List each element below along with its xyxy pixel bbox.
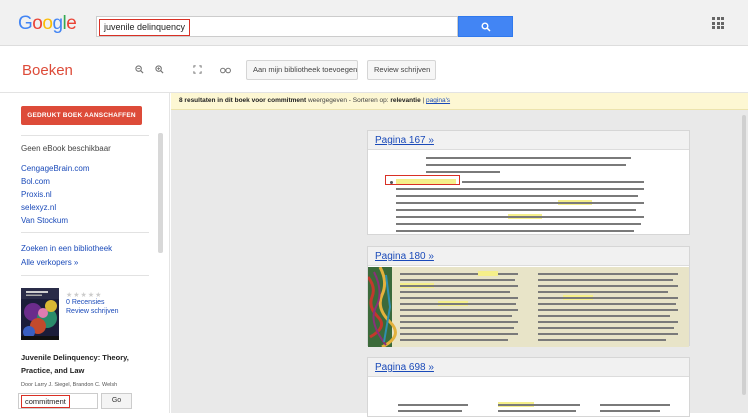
page-result-header: Pagina 180 » <box>368 247 689 266</box>
library-search-link[interactable]: Zoeken in een bibliotheek <box>21 244 112 253</box>
logo-letter: g <box>52 13 63 34</box>
section-title[interactable]: Boeken <box>22 62 73 79</box>
sidebar-divider <box>21 135 149 136</box>
zoom-out-icon[interactable] <box>130 60 148 80</box>
page-snippet-image[interactable] <box>368 378 689 418</box>
book-cover-image[interactable] <box>21 288 59 340</box>
write-review-button[interactable]: Review schrijven <box>367 60 436 80</box>
page-link[interactable]: Pagina 698 » <box>375 362 434 373</box>
results-count: 8 resultaten in dit boek voor <box>179 97 266 104</box>
store-link[interactable]: Proxis.nl <box>21 190 52 199</box>
store-link[interactable]: Van Stockum <box>21 216 68 225</box>
page-result-card: Pagina 167 » <box>367 130 690 235</box>
sidebar-divider <box>21 232 149 233</box>
logo-letter: o <box>42 13 53 34</box>
zoom-in-icon[interactable] <box>150 60 168 80</box>
top-bar: Google juvenile delinquency <box>0 0 748 46</box>
results-middle: weergegeven - Sorteren op: <box>307 97 389 104</box>
in-book-search-highlighted: commitment <box>21 395 70 408</box>
search-icon <box>481 22 491 32</box>
reviews-count-link[interactable]: 0 Recensies <box>66 299 105 306</box>
store-link[interactable]: selexyz.nl <box>21 203 56 212</box>
page-result-card: Pagina 180 » <box>367 246 690 347</box>
logo-letter: o <box>32 13 43 34</box>
sidebar-divider <box>21 275 149 276</box>
search-input[interactable]: juvenile delinquency <box>96 16 458 37</box>
all-sellers-link[interactable]: Alle verkopers » <box>21 258 78 267</box>
results-panel: 8 resultaten in dit boek voor commitment… <box>171 93 748 417</box>
logo-letter: G <box>18 13 33 34</box>
fullscreen-icon[interactable] <box>188 60 206 80</box>
google-logo[interactable]: Google <box>18 13 77 35</box>
store-link[interactable]: Bol.com <box>21 177 50 186</box>
book-title: Juvenile Delinquency: Theory, Practice, … <box>21 353 129 375</box>
book-authors: Door Larry J. Siegel, Brandon C. Welsh <box>21 382 118 388</box>
page-result-card: Pagina 698 » <box>367 357 690 417</box>
logo-letter: e <box>66 13 77 34</box>
page-snippet-image[interactable] <box>368 267 689 347</box>
results-scrollbar[interactable] <box>742 115 746 395</box>
store-link[interactable]: CengageBrain.com <box>21 164 89 173</box>
go-button[interactable]: Go <box>101 393 132 409</box>
page-link[interactable]: Pagina 180 » <box>375 251 434 262</box>
no-ebook-text: Geen eBook beschikbaar <box>21 144 111 153</box>
results-summary-bar: 8 resultaten in dit boek voor commitment… <box>171 93 748 110</box>
sort-relevance[interactable]: relevantie <box>390 97 420 104</box>
in-book-search-input[interactable]: commitment <box>18 393 98 409</box>
sort-pages-link[interactable]: pagina's <box>426 97 450 104</box>
results-summary: 8 resultaten in dit boek voor commitment… <box>179 97 450 104</box>
add-to-library-button[interactable]: Aan mijn bibliotheek toevoegen <box>246 60 358 80</box>
page-link[interactable]: Pagina 167 » <box>375 135 434 146</box>
search-term-highlight <box>385 175 460 185</box>
sidebar: GEDRUKT BOEK AANSCHAFFEN Geen eBook besc… <box>0 93 170 413</box>
page-result-header: Pagina 698 » <box>368 358 689 377</box>
search-button[interactable] <box>458 16 513 37</box>
link-icon[interactable] <box>216 60 234 80</box>
search-query-highlighted: juvenile delinquency <box>99 19 191 36</box>
results-term: commitment <box>267 97 307 104</box>
page-result-header: Pagina 167 » <box>368 131 689 150</box>
page-snippet-image[interactable] <box>368 151 689 236</box>
buy-print-book-button[interactable]: GEDRUKT BOEK AANSCHAFFEN <box>21 106 142 125</box>
write-review-link[interactable]: Review schrijven <box>66 308 119 315</box>
books-toolbar: Boeken Aan mijn bibliotheek toevoegen Re… <box>0 47 748 93</box>
sort-separator: | <box>422 97 425 104</box>
apps-grid-icon[interactable] <box>712 17 724 29</box>
sidebar-scrollbar[interactable] <box>158 133 163 253</box>
rating-stars: ★★★★★ <box>66 292 103 299</box>
